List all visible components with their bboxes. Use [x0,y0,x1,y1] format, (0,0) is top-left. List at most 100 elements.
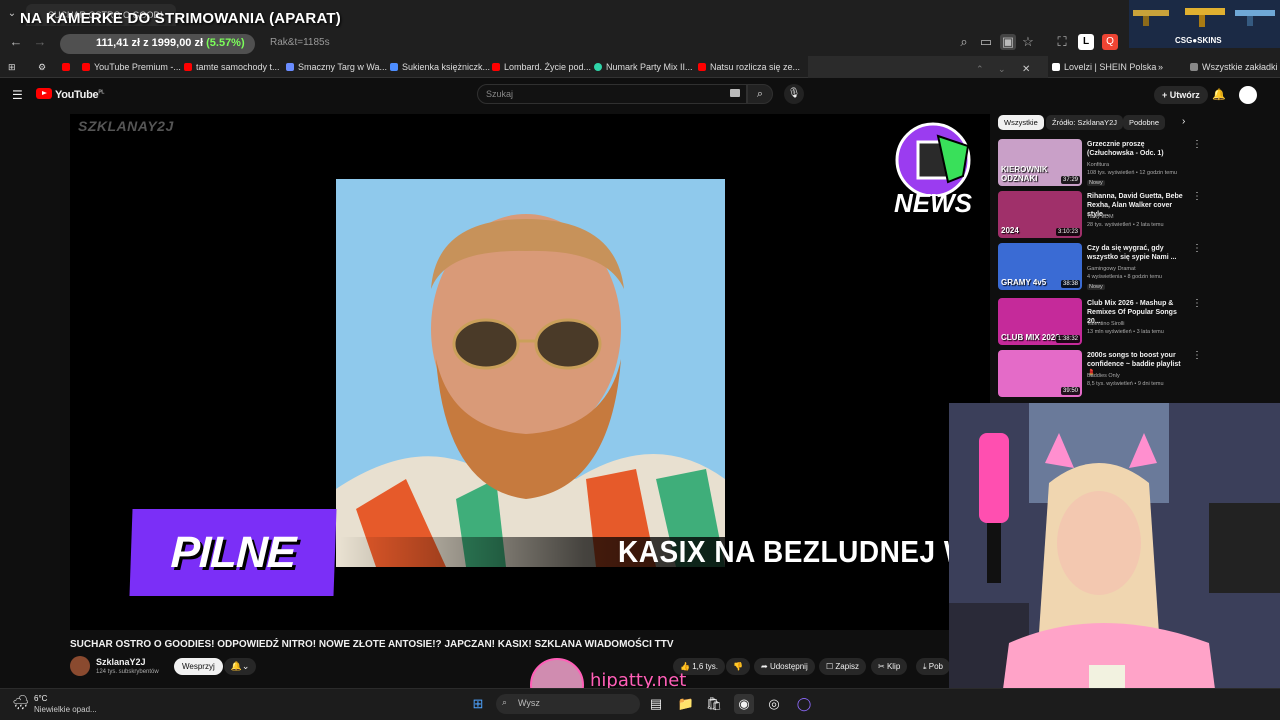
rec-thumbnail[interactable]: CLUB MIX 2026 1:38:32 [998,298,1082,345]
bookmark-0[interactable]: YouTube Premium -... [82,60,181,74]
rec-channel[interactable]: Valentino Sirolli [1087,321,1125,328]
rec-channel[interactable]: Konfitura [1087,162,1109,169]
price-percent: (5.57%) [206,37,245,49]
share-button[interactable]: ➦ Udostępnij [754,658,815,675]
tab-list-icon[interactable]: ⌄ [4,6,20,22]
bookmark-4[interactable]: Lombard. Życie pod... [492,60,591,74]
more-options-icon[interactable]: ⋮ [1192,243,1202,254]
save-button[interactable]: ☐ Zapisz [819,658,866,675]
keyboard-icon[interactable] [730,89,740,97]
more-options-icon[interactable]: ⋮ [1192,350,1202,361]
weather-temp: 6°C [34,694,48,703]
chip-similar[interactable]: Podobne [1123,115,1166,130]
download-button[interactable]: ⤓ Pob [916,658,950,675]
windows-start-icon[interactable]: ⊞ [468,694,488,714]
taskbar-search[interactable]: ⌕ Wysz [496,694,640,714]
zoom-icon[interactable]: ⌕ [956,34,972,50]
app-icon[interactable]: ◯ [794,694,814,714]
folder-icon [1190,63,1198,71]
more-options-icon[interactable]: ⋮ [1192,298,1202,309]
bookmark-favicon-icon [286,63,294,71]
chip-source[interactable]: Źródło: SzklanaY2J [1046,115,1124,130]
subscription-bell-button[interactable]: 🔔⌄ [224,658,256,675]
voice-search-button[interactable]: 🎙 [784,84,804,104]
bookmark-label: Sukienka księżniczk... [402,62,491,72]
bookmark-6[interactable]: Natsu rozlicza się ze... [698,60,800,74]
chip-all[interactable]: Wszystkie [998,115,1044,130]
reader-icon[interactable]: ▣ [1000,34,1016,50]
bookmark-5[interactable]: Numark Party Mix II... [594,60,693,74]
bookmark-1[interactable]: tamte samochody t... [184,60,280,74]
video-title: SUCHAR OSTRO O GOODIES! ODPOWIEDŹ NITRO!… [70,639,674,650]
chevron-down-icon: ⌄ [241,661,250,671]
forward-icon[interactable]: → [32,34,48,50]
bookmark-favicon-icon [492,63,500,71]
youtube-logo[interactable]: YouTubePL [36,88,104,101]
cast-icon[interactable]: ▭ [978,34,994,50]
like-count: 1,6 tys. [692,662,718,671]
logo-text: YouTube [55,89,99,101]
bookmark-label: Smaczny Targ w Wa... [298,62,388,72]
bookmark-3[interactable]: Sukienka księżniczk... [390,60,490,74]
channel-avatar[interactable] [70,656,90,676]
weather-icon[interactable]: 🌧 [12,694,30,711]
rec-meta: 108 tys. wyświetleń • 12 godzin temu [1087,170,1177,176]
support-button[interactable]: Wesprzyj [174,658,223,675]
search-button[interactable]: ⌕ [747,84,773,104]
download-label: Pob [928,662,943,671]
rec-thumbnail[interactable]: 39:50 [998,350,1082,397]
rec-channel[interactable]: Baddies Only [1087,373,1120,380]
rec-thumbnail[interactable]: 2024 3:10:23 [998,191,1082,238]
search-input[interactable]: Szukaj [477,84,747,104]
file-explorer-icon[interactable]: 📁 [676,694,696,714]
all-bookmarks[interactable]: Wszystkie zakładki [1190,60,1278,74]
obs-icon[interactable]: ◎ [764,694,784,714]
rec-meta: 13 mln wyświetleń • 3 lata temu [1087,329,1164,335]
close-icon[interactable]: ✕ [1022,64,1030,75]
url-text[interactable]: Rak&t=1185s [270,37,330,48]
rec-duration: 38:38 [1060,280,1080,288]
channel-name[interactable]: SzklanaY2J [96,657,146,667]
clip-button[interactable]: ✂ Klip [871,658,908,675]
channel-subscribers: 124 tys. subskrybentów [96,669,159,675]
taskbar-search-placeholder: Wysz [518,698,540,708]
bookmark-2[interactable]: Smaczny Targ w Wa... [286,60,387,74]
chrome-icon[interactable]: ◉ [734,694,754,714]
bookmark-favicon-icon [82,63,90,71]
bookmark-yt[interactable] [62,60,74,74]
rec-thumbnail[interactable]: KIEROWNIK ODZNAKI 37:29 [998,139,1082,186]
more-options-icon[interactable]: ⋮ [1192,191,1202,202]
star-icon[interactable]: ☆ [1020,34,1036,50]
rec-thumbnail[interactable]: GRAMY 4v5 38:38 [998,243,1082,290]
store-icon[interactable]: 🛍 [704,694,724,714]
task-view-icon[interactable]: ▤ [646,694,666,714]
extension-l-icon[interactable]: L [1078,34,1094,50]
rec-channel[interactable]: Gamingowy Dramat [1087,266,1136,273]
chevron-right-icon[interactable]: › [1182,116,1185,127]
rec-title[interactable]: Grzecznie proszę (Człuchowska - Odc. 1) [1087,140,1189,158]
rec-channel[interactable]: Tasty EDM [1087,214,1114,221]
youtube-icon [62,63,70,71]
extension-icon[interactable]: ⛶ [1054,34,1070,50]
search-icon: ⌕ [502,697,508,707]
chevron-up-icon[interactable]: ⌃ [976,64,984,75]
chevron-down-icon[interactable]: ⌄ [998,64,1006,75]
menu-icon[interactable]: ☰ [12,88,23,102]
bookmark-favicon-icon [390,63,398,71]
dislike-button[interactable]: 👎 [726,658,750,675]
apps-icon[interactable]: ⊞ [8,60,16,74]
clip-label: Klip [886,662,901,671]
bookmark-icon[interactable]: ⚙ [38,60,46,74]
avatar[interactable] [1239,86,1257,104]
rec-title[interactable]: Czy da się wygrać, gdy wszystko się sypi… [1087,244,1189,262]
logo-region: PL [98,89,105,96]
pilne-label: PILNE [129,509,337,596]
more-bookmarks-icon[interactable]: » [1158,60,1163,74]
notifications-icon[interactable]: 🔔 [1212,88,1226,101]
bookmark-label: YouTube Premium -... [94,62,181,72]
extension-q-icon[interactable]: Q [1102,34,1118,50]
bookmark-7[interactable]: Lovelzi | SHEIN Polska [1052,60,1156,74]
create-button[interactable]: + Utwórz [1154,86,1208,104]
more-options-icon[interactable]: ⋮ [1192,139,1202,150]
back-icon[interactable]: ← [8,34,24,50]
